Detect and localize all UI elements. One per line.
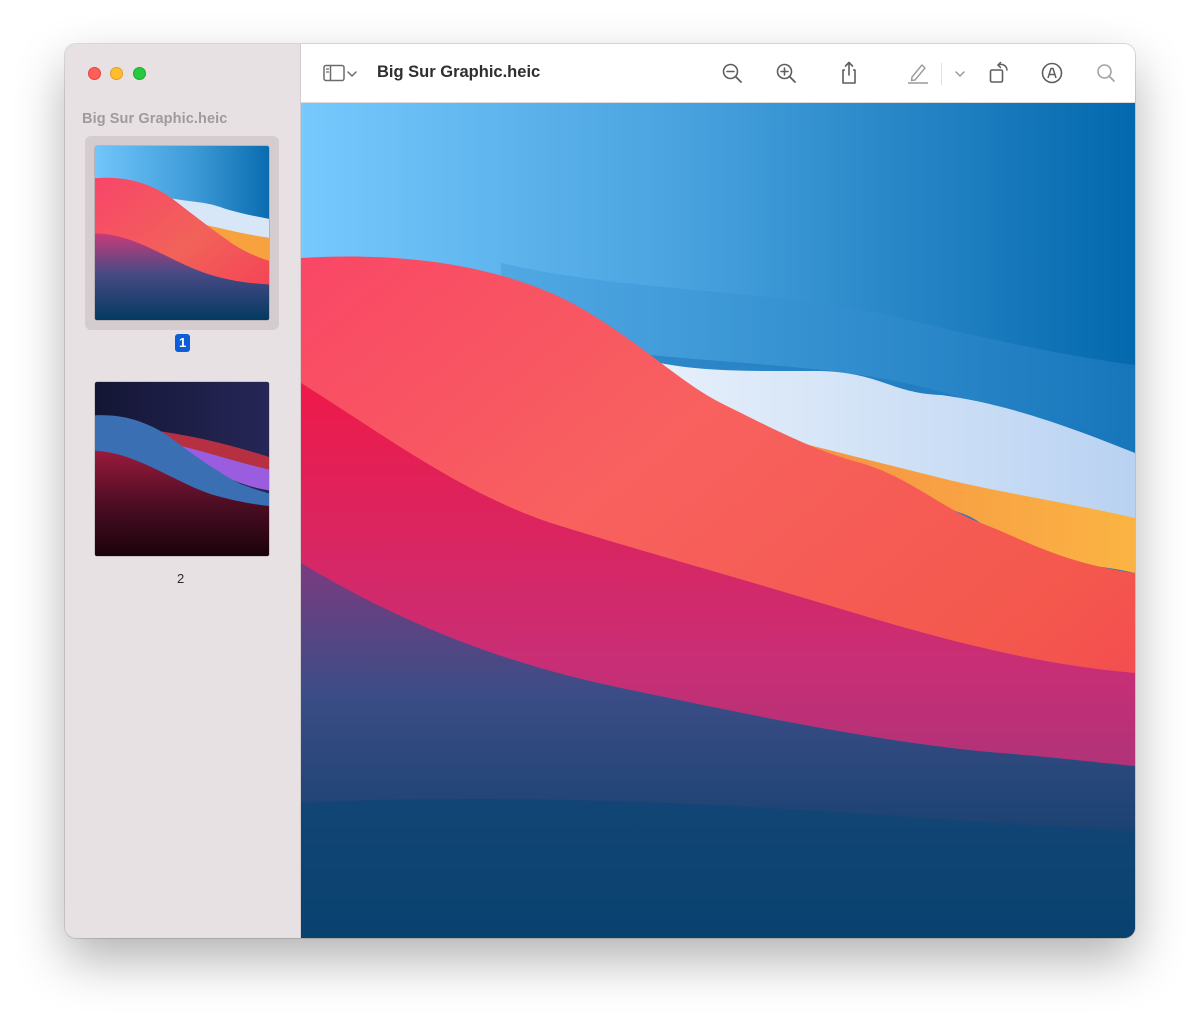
sidebar: Big Sur Graphic.heic 1 2 [65, 44, 301, 938]
highlight-pen-icon[interactable] [905, 60, 931, 86]
toolbar-divider [941, 63, 942, 85]
minimize-button[interactable] [110, 67, 123, 80]
markup-icon[interactable] [1039, 60, 1065, 86]
thumbnail-image-1 [95, 146, 269, 320]
search-icon[interactable] [1093, 60, 1119, 86]
page-thumbnail-2[interactable] [85, 372, 279, 566]
chevron-down-icon[interactable] [953, 60, 967, 86]
chevron-down-icon[interactable] [345, 60, 359, 86]
page-number-1: 1 [175, 334, 191, 352]
close-button[interactable] [88, 67, 101, 80]
zoom-out-icon[interactable] [719, 60, 745, 86]
page-thumbnail-1[interactable] [85, 136, 279, 330]
preview-window: Big Sur Graphic.heic 1 2 Big Sur Graphic… [65, 44, 1135, 938]
sidebar-document-title: Big Sur Graphic.heic [82, 111, 228, 127]
zoom-button[interactable] [133, 67, 146, 80]
image-canvas[interactable] [301, 103, 1135, 938]
share-icon[interactable] [836, 60, 862, 86]
page-number-2: 2 [177, 571, 185, 586]
zoom-in-icon[interactable] [773, 60, 799, 86]
sidebar-toggle-icon[interactable] [321, 60, 347, 86]
rotate-icon[interactable] [986, 60, 1012, 86]
document-title: Big Sur Graphic.heic [377, 63, 541, 81]
thumbnail-image-2 [95, 382, 269, 556]
toolbar: Big Sur Graphic.heic [301, 44, 1135, 103]
